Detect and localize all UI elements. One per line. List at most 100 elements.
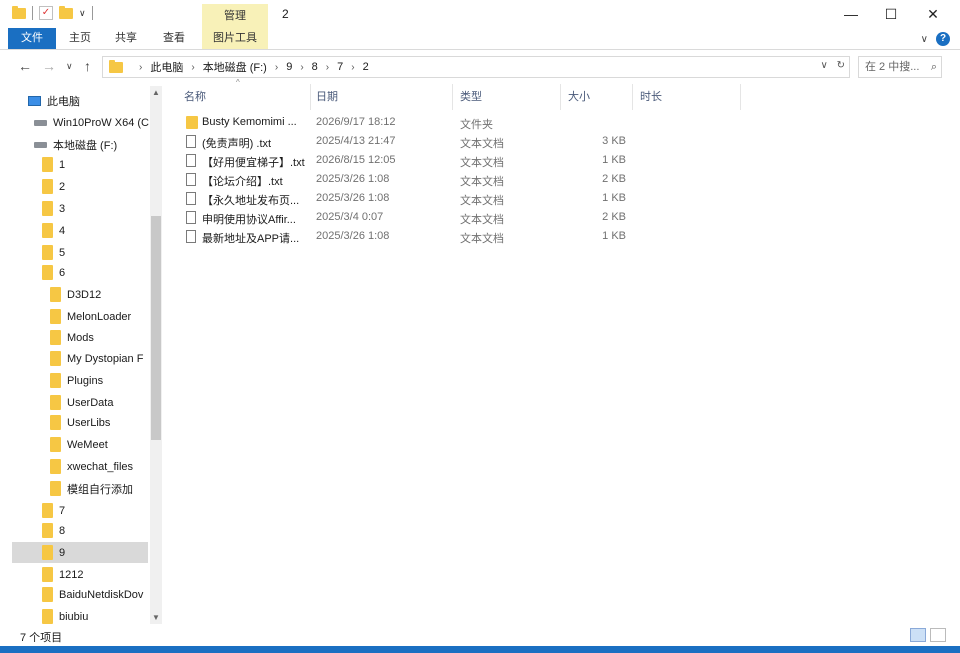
nav-item[interactable]: 6: [12, 262, 150, 283]
chevron-right-icon[interactable]: ›: [326, 62, 329, 73]
tab-share[interactable]: 共享: [106, 28, 146, 49]
nav-item-label: 9: [59, 546, 66, 559]
folder-icon: [109, 59, 123, 73]
nav-item[interactable]: My Dystopian F: [12, 348, 150, 369]
maximize-button[interactable]: ☐: [868, 0, 914, 28]
tab-view[interactable]: 查看: [154, 28, 194, 49]
tab-manage[interactable]: 管理: [202, 4, 268, 28]
status-bar: 7 个项目: [0, 626, 960, 646]
nav-item[interactable]: 1212: [12, 564, 150, 585]
breadcrumb-8[interactable]: 8: [312, 61, 318, 73]
folder-icon: [42, 179, 53, 194]
nav-item-label: 6: [59, 266, 66, 279]
nav-item[interactable]: WeMeet: [12, 434, 150, 455]
large-icons-view-icon[interactable]: [930, 628, 946, 642]
divider: [91, 6, 93, 20]
nav-item[interactable]: UserLibs: [12, 412, 150, 433]
nav-item-label: 模组自行添加: [67, 483, 133, 496]
chevron-right-icon[interactable]: ›: [275, 62, 278, 73]
folder-icon: [50, 395, 61, 410]
nav-item[interactable]: 3: [12, 198, 150, 219]
nav-item[interactable]: 此电脑: [12, 90, 150, 111]
nav-item-label: 2: [59, 180, 66, 193]
file-row[interactable]: 【好用便宜梯子】.txt 2026/8/15 12:05 文本文档 1 KB: [180, 151, 650, 170]
nav-item[interactable]: MelonLoader: [12, 306, 150, 327]
refresh-icon[interactable]: ↻: [837, 60, 845, 71]
file-size: 1 KB: [602, 192, 626, 204]
breadcrumb-this-pc[interactable]: 此电脑: [150, 59, 183, 75]
nav-item-label: UserData: [67, 396, 114, 409]
nav-item[interactable]: xwechat_files: [12, 456, 150, 477]
search-input[interactable]: 在 2 中搜... ⌕: [858, 56, 942, 78]
tab-home[interactable]: 主页: [60, 28, 100, 49]
file-size: 3 KB: [602, 135, 626, 147]
address-dropdown-icon[interactable]: ∨: [821, 60, 828, 71]
scroll-down-icon[interactable]: ▼: [152, 613, 160, 622]
breadcrumb-drive-f[interactable]: 本地磁盘 (F:): [203, 59, 267, 75]
file-size: 1 KB: [602, 230, 626, 242]
nav-item[interactable]: 5: [12, 242, 150, 263]
scrollbar-thumb[interactable]: [151, 216, 161, 440]
column-header-date[interactable]: 日期: [316, 88, 338, 106]
expand-ribbon-button[interactable]: ∨: [921, 34, 928, 45]
nav-item[interactable]: 模组自行添加: [12, 478, 150, 499]
nav-item[interactable]: 8: [12, 520, 150, 541]
nav-item[interactable]: 2: [12, 176, 150, 197]
chevron-right-icon[interactable]: ›: [351, 62, 354, 73]
file-date: 2025/3/4 0:07: [316, 211, 384, 223]
breadcrumb-7[interactable]: 7: [337, 61, 343, 73]
nav-item[interactable]: UserData: [12, 392, 150, 413]
chevron-right-icon[interactable]: ›: [139, 62, 142, 73]
nav-item[interactable]: 9: [12, 542, 148, 563]
divider: [310, 84, 311, 110]
text-file-icon: [186, 154, 196, 167]
drive-icon: [34, 119, 47, 126]
nav-item[interactable]: biubiu: [12, 606, 150, 624]
forward-arrow-icon[interactable]: →: [42, 58, 56, 74]
column-header-duration[interactable]: 时长: [640, 88, 662, 106]
breadcrumb-2[interactable]: 2: [363, 61, 369, 73]
nav-item-label: 5: [59, 246, 66, 259]
tab-picture-tools[interactable]: 图片工具: [202, 28, 268, 49]
folder-icon: [50, 351, 61, 366]
breadcrumb-9[interactable]: 9: [286, 61, 292, 73]
file-row[interactable]: (免责声明) .txt 2025/4/13 21:47 文本文档 3 KB: [180, 132, 650, 151]
file-row[interactable]: 【永久地址发布页... 2025/3/26 1:08 文本文档 1 KB: [180, 189, 650, 208]
file-name: 【永久地址发布页...: [202, 195, 300, 207]
file-row[interactable]: 最新地址及APP请... 2025/3/26 1:08 文本文档 1 KB: [180, 227, 650, 246]
scroll-up-icon[interactable]: ▲: [152, 88, 160, 97]
file-row[interactable]: Busty Kemomimi ... 2026/9/17 18:12 文件夹: [180, 113, 650, 132]
nav-item[interactable]: 4: [12, 220, 150, 241]
customize-toolbar-button[interactable]: ∨: [79, 8, 86, 19]
folder-icon: [42, 245, 53, 260]
new-folder-icon[interactable]: [59, 5, 73, 19]
nav-item[interactable]: Mods: [12, 327, 150, 348]
chevron-right-icon[interactable]: ›: [300, 62, 303, 73]
nav-item[interactable]: D3D12: [12, 284, 150, 305]
properties-icon[interactable]: ✓: [39, 6, 53, 20]
back-arrow-icon[interactable]: ←: [18, 58, 32, 74]
folder-icon[interactable]: [12, 5, 26, 19]
column-header-type[interactable]: 类型: [460, 88, 482, 106]
file-row[interactable]: 【论坛介绍】.txt 2025/3/26 1:08 文本文档 2 KB: [180, 170, 650, 189]
nav-scrollbar[interactable]: ▲ ▼: [150, 86, 162, 624]
address-bar[interactable]: › 此电脑 › 本地磁盘 (F:) › 9 › 8 › 7 › 2 ∨ ↻: [102, 56, 850, 78]
tab-file[interactable]: 文件: [8, 28, 56, 49]
nav-item[interactable]: BaiduNetdiskDov: [12, 584, 150, 605]
column-header-size[interactable]: 大小: [568, 88, 590, 106]
details-view-icon[interactable]: [910, 628, 926, 642]
up-arrow-icon[interactable]: ↑: [84, 58, 91, 74]
nav-item[interactable]: Plugins: [12, 370, 150, 391]
column-header-name[interactable]: 名称: [184, 88, 206, 106]
close-button[interactable]: ✕: [910, 0, 956, 28]
file-row[interactable]: 申明使用协议Affir... 2025/3/4 0:07 文本文档 2 KB: [180, 208, 650, 227]
nav-item-label: Mods: [67, 331, 94, 344]
chevron-right-icon[interactable]: ›: [191, 62, 194, 73]
nav-item[interactable]: Win10ProW X64 (C: [12, 112, 150, 133]
help-icon[interactable]: ?: [936, 32, 950, 46]
search-icon: ⌕: [930, 61, 937, 73]
recent-locations-icon[interactable]: ∨: [66, 61, 73, 72]
nav-item[interactable]: 本地磁盘 (F:): [12, 134, 150, 155]
nav-item[interactable]: 1: [12, 154, 150, 175]
nav-item[interactable]: 7: [12, 500, 150, 521]
